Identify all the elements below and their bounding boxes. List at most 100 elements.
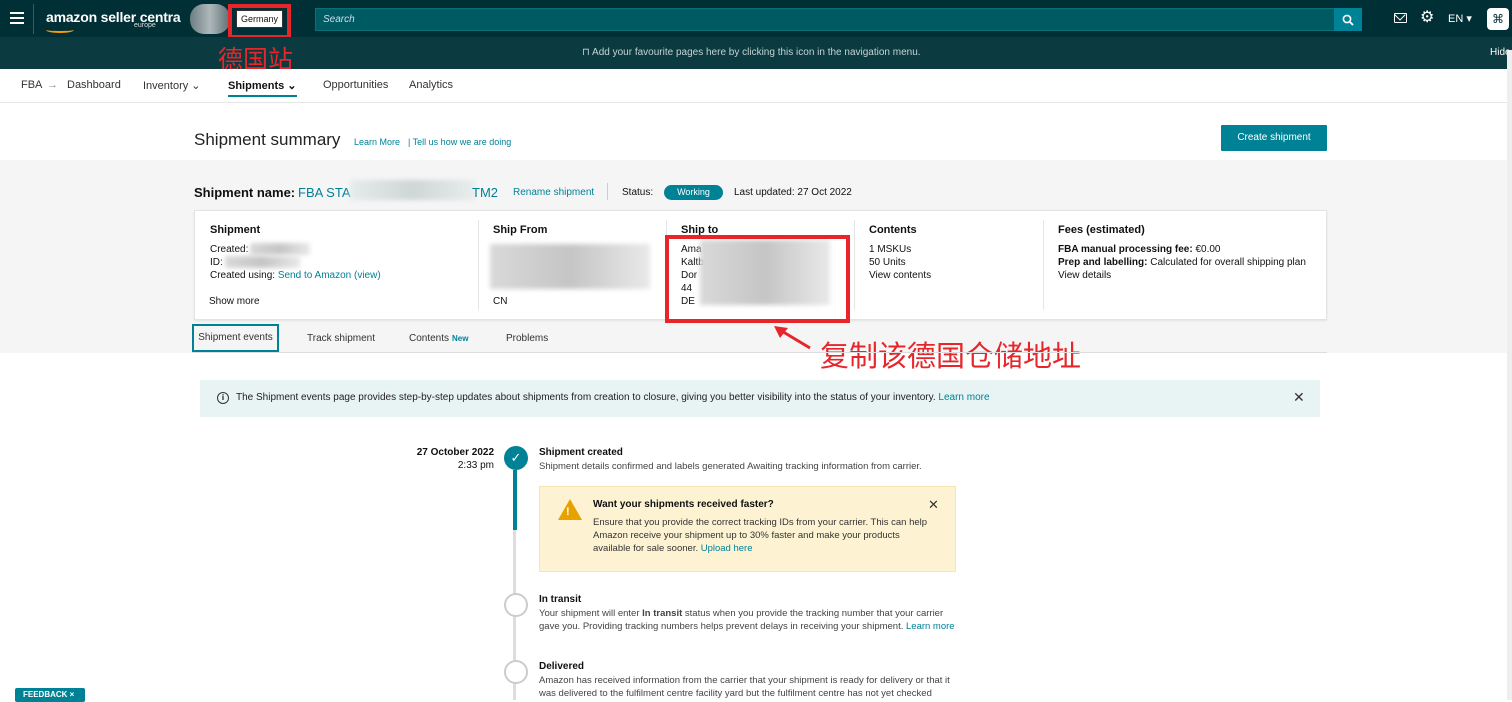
event-time: 2:33 pm: [457, 460, 494, 471]
manual-fee: FBA manual processing fee: €0.00: [1058, 244, 1220, 255]
logo-smile: [46, 27, 74, 33]
redacted-id: [225, 256, 300, 268]
warning-icon: [558, 499, 582, 520]
nav-fba[interactable]: FBA: [21, 79, 42, 91]
logo[interactable]: amazon seller centra europe: [46, 9, 181, 33]
tab-problems[interactable]: Problems: [506, 333, 548, 344]
menu-icon[interactable]: [10, 12, 24, 24]
pending-step-icon: [504, 660, 528, 684]
tab-track-shipment[interactable]: Track shipment: [307, 333, 375, 344]
upload-here-link[interactable]: Upload here: [701, 543, 753, 554]
search-input[interactable]: Search: [315, 8, 1335, 31]
nav-opportunities[interactable]: Opportunities: [323, 79, 388, 91]
view-details-link[interactable]: View details: [1058, 270, 1111, 281]
sub-nav: [0, 69, 1512, 103]
view-contents-link[interactable]: View contents: [869, 270, 931, 281]
send-to-amazon-link[interactable]: Send to Amazon (view): [278, 270, 381, 281]
status-label: Status:: [622, 187, 654, 198]
event-transit-title: In transit: [539, 594, 582, 605]
event-created-desc: Shipment details confirmed and labels ge…: [539, 461, 922, 472]
event-delivered-title: Delivered: [539, 661, 585, 672]
event-date: 27 October 2022: [416, 447, 494, 458]
annotation-arrow-icon: [774, 326, 811, 350]
gear-icon[interactable]: ⚙: [1420, 10, 1434, 26]
warning-text: Ensure that you provide the correct trac…: [593, 517, 928, 554]
info-banner-body: The Shipment events page provides step-b…: [236, 392, 936, 403]
favourites-hint-text: Add your favourite pages here by clickin…: [592, 47, 921, 58]
shipment-name-prefix: FBA STA: [298, 185, 351, 200]
nav-inventory[interactable]: Inventory ⌄: [143, 79, 201, 92]
nav-active-indicator: [228, 95, 297, 97]
favourites-hint: ⊓ Add your favourite pages here by click…: [582, 47, 921, 58]
divider: [33, 4, 34, 34]
warning-body: Ensure that you provide the correct trac…: [593, 516, 938, 555]
feedback-link[interactable]: | Tell us how we are doing: [408, 137, 511, 147]
new-badge: New: [452, 334, 469, 343]
shipment-col-head: Shipment: [210, 224, 261, 236]
last-updated: Last updated: 27 Oct 2022: [734, 187, 852, 198]
page-title: Shipment summary: [194, 130, 341, 149]
breadcrumb-arrow-icon: →: [47, 79, 58, 91]
logo-sub: europe: [134, 22, 156, 29]
warning-mark: !: [566, 506, 570, 518]
divider: [607, 183, 608, 200]
transit-desc-a: Your shipment will enter: [539, 608, 640, 619]
transit-learn-more-link[interactable]: Learn more: [906, 621, 955, 632]
shipment-name-suffix: TM2: [472, 185, 498, 200]
nav-analytics[interactable]: Analytics: [409, 79, 453, 91]
check-icon: ✓: [504, 446, 528, 470]
manual-fee-value: €0.00: [1195, 244, 1221, 255]
profile-icon[interactable]: ⌘: [1487, 8, 1509, 30]
annotation-highlight-box: [665, 235, 850, 323]
create-shipment-button[interactable]: Create shipment: [1221, 125, 1327, 151]
prep-fee-value: Calculated for overall shipping plan: [1150, 257, 1306, 268]
tab-shipment-events[interactable]: Shipment events: [192, 324, 279, 352]
tab-contents[interactable]: Contents New: [409, 333, 468, 344]
nav-shipments[interactable]: Shipments ⌄: [228, 79, 297, 92]
ship-from-country: CN: [493, 296, 508, 307]
scrollbar[interactable]: [1507, 50, 1512, 700]
info-banner-link[interactable]: Learn more: [938, 392, 989, 403]
show-more-link[interactable]: Show more: [209, 296, 260, 307]
mail-icon[interactable]: [1394, 13, 1407, 23]
prep-fee-label: Prep and labelling:: [1058, 257, 1148, 268]
status-badge: Working: [664, 185, 723, 200]
nav-dashboard[interactable]: Dashboard: [67, 79, 121, 91]
redacted-shipment-name: [350, 180, 475, 200]
ship-from-col-head: Ship From: [493, 224, 548, 236]
logo-text: amazon seller centra: [46, 9, 181, 25]
divider: [854, 220, 855, 310]
divider: [478, 220, 479, 310]
fees-col-head: Fees (estimated): [1058, 224, 1145, 236]
annotation-copy-note: 复制该德国仓储地址: [820, 341, 1082, 373]
store-avatar: [190, 4, 230, 34]
created-label: Created:: [210, 244, 249, 255]
pending-step-icon: [504, 593, 528, 617]
created-using: Created using: Send to Amazon (view): [210, 270, 381, 281]
tabs-divider: [192, 352, 1327, 353]
mskus-count: 1 MSKUs: [869, 244, 912, 255]
info-icon: i: [217, 392, 229, 404]
close-icon[interactable]: ✕: [1293, 389, 1305, 406]
contents-col-head: Contents: [869, 224, 917, 236]
units-count: 50 Units: [869, 257, 906, 268]
tab-contents-label: Contents: [409, 333, 450, 344]
manual-fee-label: FBA manual processing fee:: [1058, 244, 1193, 255]
close-icon[interactable]: ✕: [928, 497, 939, 513]
learn-more-link[interactable]: Learn More: [354, 137, 400, 147]
event-transit-desc: Your shipment will enter In transit stat…: [539, 607, 959, 633]
info-banner-text: The Shipment events page provides step-b…: [236, 392, 990, 403]
created-using-label: Created using:: [210, 270, 276, 281]
rename-shipment-link[interactable]: Rename shipment: [513, 187, 594, 198]
event-delivered-desc: Amazon has received information from the…: [539, 675, 950, 699]
search-button[interactable]: [1334, 8, 1362, 31]
timeline-progress: [513, 470, 517, 530]
prep-fee: Prep and labelling: Calculated for overa…: [1058, 257, 1306, 268]
bookmark-icon: ⊓: [582, 47, 593, 58]
redacted-ship-from: [490, 244, 650, 289]
language-select[interactable]: EN ▾: [1448, 12, 1472, 25]
annotation-highlight-box: [228, 4, 291, 39]
warning-title: Want your shipments received faster?: [593, 499, 774, 510]
id-label: ID:: [210, 257, 223, 268]
divider: [1043, 220, 1044, 310]
